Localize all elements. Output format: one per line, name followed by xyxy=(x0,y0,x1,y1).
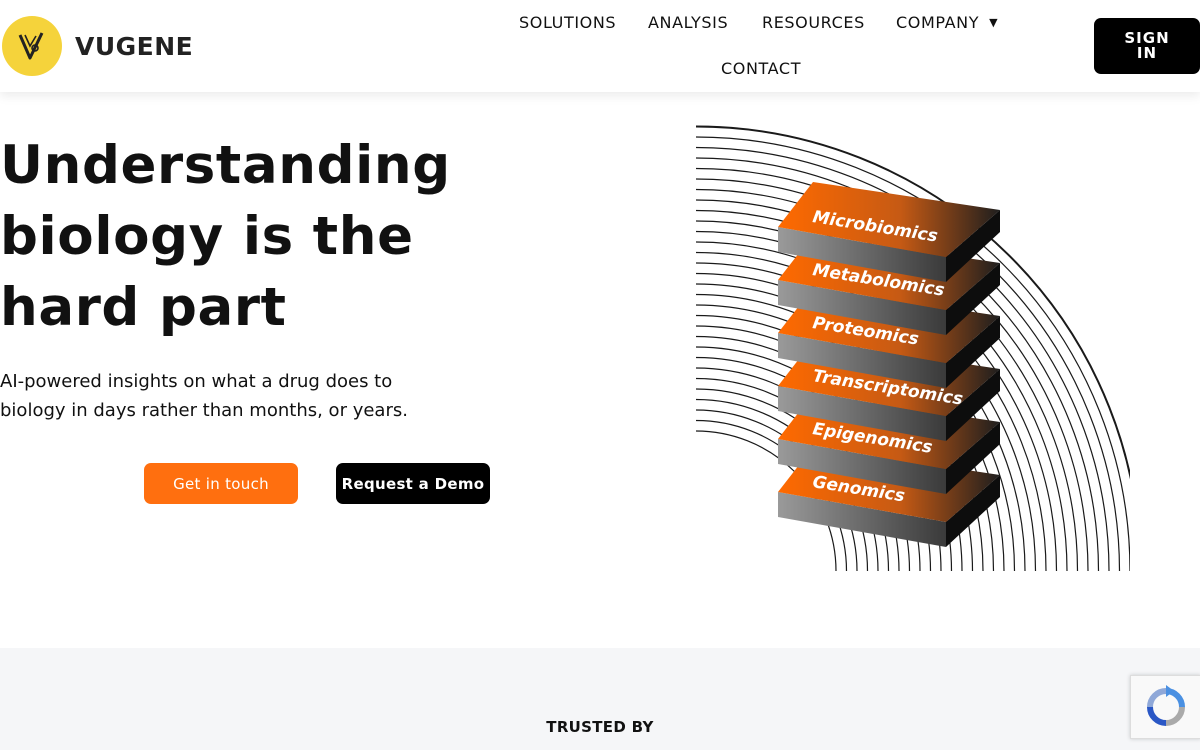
sign-in-label: SIGN IN xyxy=(1124,29,1170,62)
trusted-by-label: TRUSTED BY xyxy=(546,718,654,736)
nav-company-label: COMPANY xyxy=(896,13,980,32)
trusted-by-section: TRUSTED BY xyxy=(0,648,1200,750)
omics-layers-graphic: GenomicsEpigenomicsTranscriptomicsProteo… xyxy=(695,125,1130,572)
hero-title-line: Understanding xyxy=(0,135,451,196)
brand-logo[interactable]: VUGENE xyxy=(2,16,193,76)
get-in-touch-button[interactable]: Get in touch xyxy=(144,463,298,504)
hero-title-line: biology is the xyxy=(0,206,414,267)
sign-in-button[interactable]: SIGN IN xyxy=(1094,18,1200,74)
nav-company[interactable]: COMPANY ▼ xyxy=(896,13,998,32)
omics-layer-stack: GenomicsEpigenomicsTranscriptomicsProteo… xyxy=(778,182,1000,547)
nav-resources[interactable]: RESOURCES xyxy=(762,13,865,32)
caret-down-icon: ▼ xyxy=(989,16,999,29)
hero-title: Understanding biology is the hard part xyxy=(0,130,451,343)
recaptcha-icon[interactable] xyxy=(1130,675,1200,739)
request-demo-button[interactable]: Request a Demo xyxy=(336,463,490,504)
nav-solutions[interactable]: SOLUTIONS xyxy=(519,13,616,32)
site-header: VUGENE SOLUTIONS ANALYSIS RESOURCES COMP… xyxy=(0,0,1200,92)
nav-analysis[interactable]: ANALYSIS xyxy=(648,13,728,32)
brand-name: VUGENE xyxy=(75,31,194,61)
logo-badge-icon xyxy=(2,16,62,76)
nav-contact[interactable]: CONTACT xyxy=(721,59,801,78)
hero-subtitle: AI-powered insights on what a drug does … xyxy=(0,371,408,421)
hero-title-line: hard part xyxy=(0,277,287,338)
